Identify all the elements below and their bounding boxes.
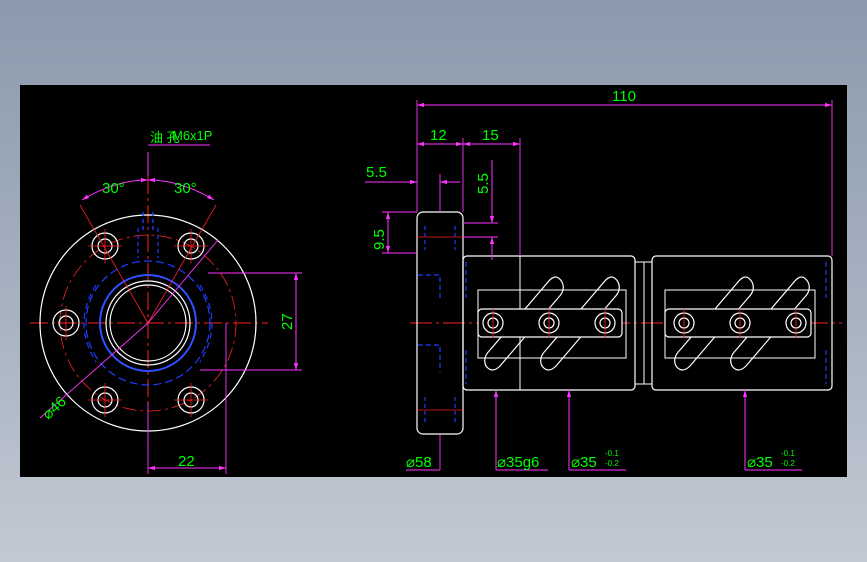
flange-diameter-label: ⌀58 bbox=[406, 454, 432, 471]
small-left-dim-label: 5.5 bbox=[366, 164, 387, 181]
recess-tol-lower-1: -0.2 bbox=[605, 459, 619, 468]
angle-right-label: 30° bbox=[174, 180, 197, 197]
recess-tol-upper-2: -0.1 bbox=[781, 449, 795, 458]
technical-drawing: 油 孔 M6x1P 30° 30° ⌀46 27 22 110 12 15 5.… bbox=[30, 88, 842, 474]
bolt-circle-dim-label: ⌀46 bbox=[39, 393, 69, 423]
front-view: 油 孔 M6x1P 30° 30° ⌀46 27 22 bbox=[30, 128, 302, 474]
hole-pitch-dim-label: 9.5 bbox=[371, 229, 388, 250]
recess-tol-lower-2: -0.2 bbox=[781, 459, 795, 468]
body-diameter-label: ⌀35g6 bbox=[497, 454, 539, 471]
total-length-dim-label: 110 bbox=[612, 88, 636, 105]
thread-label: M6x1P bbox=[172, 128, 212, 143]
recess-diameter-label-2: ⌀35 bbox=[747, 454, 773, 471]
cad-viewport[interactable]: 油 孔 M6x1P 30° 30° ⌀46 27 22 110 12 15 5.… bbox=[20, 85, 847, 477]
side-view: 110 12 15 5.5 5.5 9.5 ⌀58 ⌀35g6 ⌀35 -0.1… bbox=[365, 88, 842, 471]
flange-thickness-dim-label: 12 bbox=[430, 127, 447, 144]
bolt-hole-bottom-right bbox=[174, 383, 208, 417]
recess-tol-upper-1: -0.1 bbox=[605, 449, 619, 458]
width-dim-label: 22 bbox=[178, 453, 195, 470]
bolt-hole-bottom-left bbox=[88, 383, 122, 417]
offset-dim-label: 15 bbox=[482, 127, 499, 144]
height-dim-label: 27 bbox=[279, 313, 296, 330]
angle-left-label: 30° bbox=[102, 180, 125, 197]
recess-diameter-label-1: ⌀35 bbox=[571, 454, 597, 471]
small-vertical-dim-label: 5.5 bbox=[475, 173, 492, 194]
bolt-hole-top-left bbox=[88, 229, 122, 263]
